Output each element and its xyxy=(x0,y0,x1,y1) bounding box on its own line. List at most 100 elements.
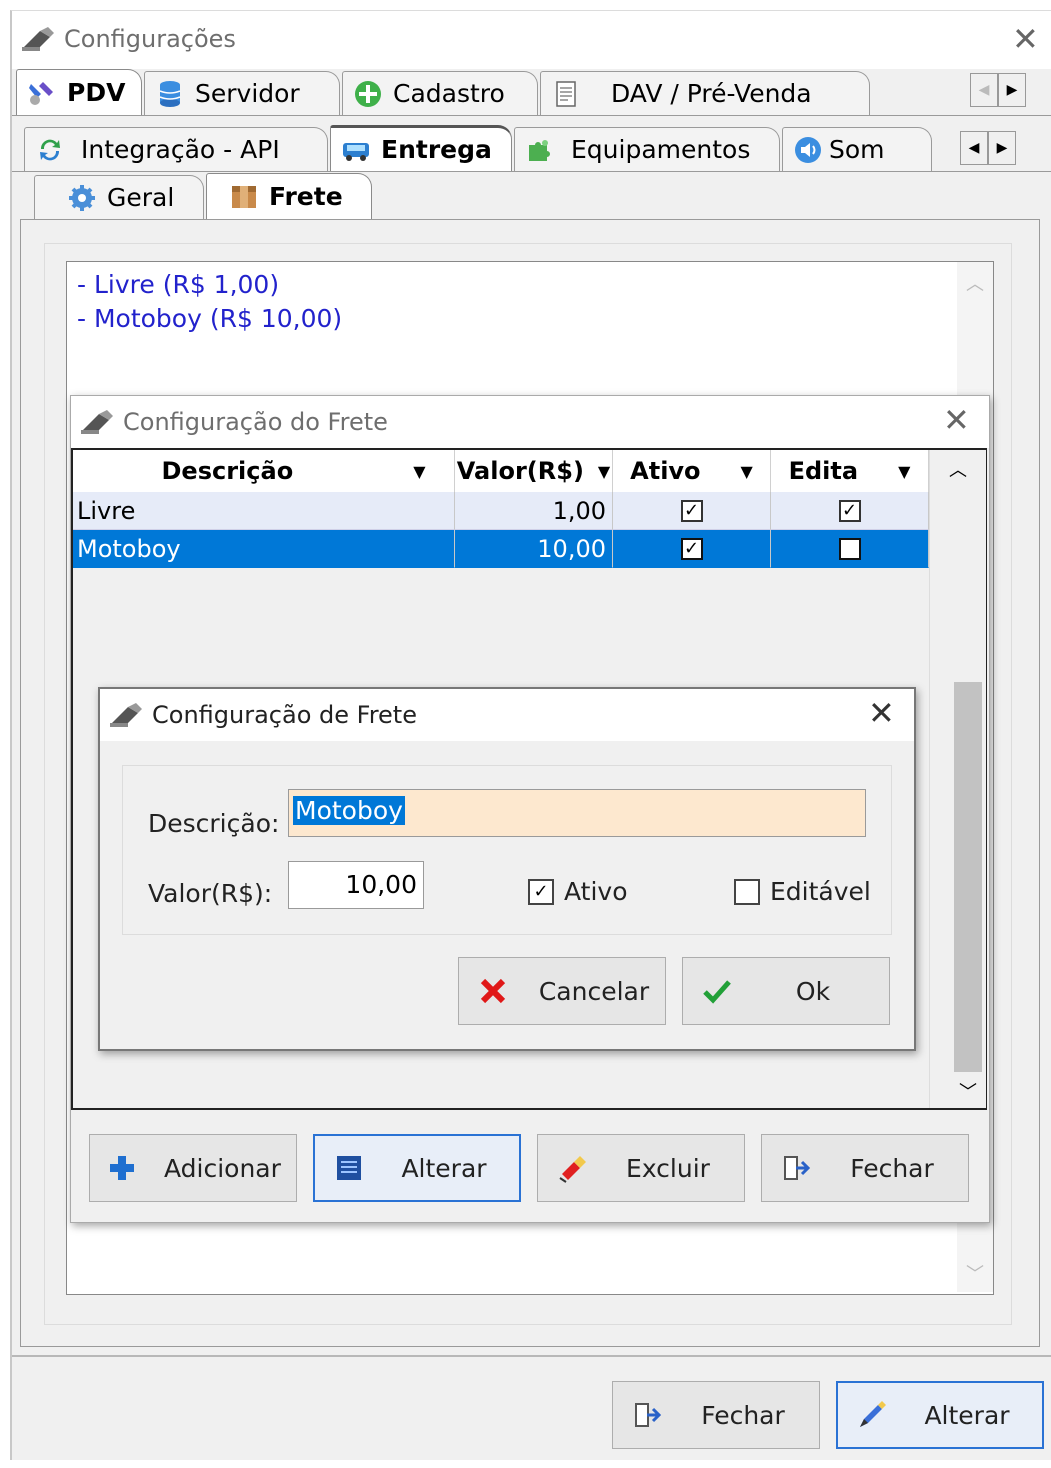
close-dialog-button[interactable]: ✕ xyxy=(868,697,895,729)
delete-button[interactable]: Excluir xyxy=(537,1134,745,1202)
column-header-edita[interactable]: Edita ▼ xyxy=(771,450,929,492)
tab-som[interactable]: Som xyxy=(782,127,932,171)
column-header-ativo[interactable]: Ativo ▼ xyxy=(613,450,771,492)
tab-integracao-api[interactable]: Integração - API xyxy=(24,127,328,171)
chevron-down-icon[interactable]: ﹀ xyxy=(954,1078,982,1104)
tab-scroll-row1: ◀ ▶ xyxy=(970,73,1026,107)
editavel-label: Editável xyxy=(770,877,871,906)
app-icon xyxy=(108,701,144,729)
document-icon xyxy=(551,79,581,109)
tab-label: Entrega xyxy=(381,135,492,164)
column-header-descricao[interactable]: Descrição ▼ xyxy=(73,450,455,492)
button-label: Alterar xyxy=(401,1153,487,1183)
chevron-down-icon[interactable]: ▼ xyxy=(898,462,910,481)
cell-ativo[interactable]: ✓ xyxy=(613,530,771,568)
dialog-title-bar: Configuração de Frete ✕ xyxy=(100,689,914,741)
grid-scrollbar[interactable]: ︿ ﹀ xyxy=(929,450,986,1108)
tab-label: Frete xyxy=(269,182,343,211)
tab-label: Integração - API xyxy=(81,135,280,164)
tab-entrega[interactable]: Entrega xyxy=(330,125,512,171)
valor-label: Valor(R$): xyxy=(148,879,273,908)
header-label: Ativo xyxy=(630,457,701,485)
x-icon xyxy=(477,975,509,1007)
tab-equipamentos[interactable]: Equipamentos xyxy=(514,127,780,171)
ok-button[interactable]: Ok xyxy=(682,957,890,1025)
checkbox-edita[interactable]: ✓ xyxy=(838,499,861,522)
scroll-right-button[interactable]: ▶ xyxy=(998,73,1026,107)
descricao-value: Motoboy xyxy=(293,796,405,825)
checkbox-box[interactable] xyxy=(734,878,760,905)
tab-dav-pre-venda[interactable]: DAV / Pré-Venda xyxy=(540,71,870,115)
chevron-down-icon[interactable]: ▼ xyxy=(598,462,610,481)
checkbox-ativo[interactable]: ✓ xyxy=(680,499,703,522)
tab-pdv[interactable]: PDV xyxy=(16,69,142,115)
gear-icon xyxy=(67,183,97,213)
checkbox-edita[interactable] xyxy=(838,537,861,560)
scroll-left-button[interactable]: ◀ xyxy=(960,131,988,165)
cell-edita[interactable] xyxy=(771,530,929,568)
freight-summary-line: - Livre (R$ 1,00) xyxy=(77,270,280,299)
button-label: Ok xyxy=(795,976,831,1006)
check-icon[interactable]: ✓ xyxy=(528,878,554,905)
add-button[interactable]: Adicionar xyxy=(89,1134,297,1202)
ativo-label: Ativo xyxy=(564,877,628,906)
speaker-icon xyxy=(793,135,823,165)
tab-label: PDV xyxy=(67,78,126,107)
chevron-down-icon[interactable]: ▼ xyxy=(741,462,753,481)
footer-edit-button[interactable]: Alterar xyxy=(836,1381,1044,1449)
edit-button[interactable]: Alterar xyxy=(313,1134,521,1202)
cell-descricao[interactable]: Livre xyxy=(73,492,455,530)
chevron-down-icon[interactable]: ▼ xyxy=(413,462,425,481)
button-label: Cancelar xyxy=(538,976,650,1006)
chevron-down-icon[interactable]: ﹀ xyxy=(957,1260,993,1286)
puzzle-icon xyxy=(525,135,555,165)
scrollbar-thumb[interactable] xyxy=(954,682,982,1072)
dialog-title: Configuração do Frete xyxy=(123,408,388,436)
descricao-input[interactable]: Motoboy xyxy=(288,789,866,837)
editavel-checkbox[interactable]: Editável xyxy=(734,877,871,906)
chevron-up-icon[interactable]: ︿ xyxy=(957,270,993,296)
tab-label: Som xyxy=(829,135,885,164)
button-label: Fechar xyxy=(850,1153,934,1183)
tab-label: Cadastro xyxy=(393,79,505,108)
tab-label: Servidor xyxy=(195,79,300,108)
tab-label: Geral xyxy=(107,183,175,212)
tab-frete[interactable]: Frete xyxy=(206,173,372,219)
tab-geral[interactable]: Geral xyxy=(34,175,204,219)
checkbox-ativo[interactable]: ✓ xyxy=(680,537,703,560)
cancel-button[interactable]: Cancelar xyxy=(458,957,666,1025)
freight-summary-line: - Motoboy (R$ 10,00) xyxy=(77,304,343,333)
tab-label: DAV / Pré-Venda xyxy=(611,79,812,108)
button-label: Adicionar xyxy=(164,1153,281,1183)
divider xyxy=(12,115,1051,116)
cell-edita[interactable]: ✓ xyxy=(771,492,929,530)
scroll-right-button[interactable]: ▶ xyxy=(988,131,1016,165)
column-header-valor[interactable]: Valor(R$) ▼ xyxy=(455,450,613,492)
footer-close-button[interactable]: Fechar xyxy=(612,1381,820,1449)
eraser-icon xyxy=(556,1152,588,1184)
header-label: Descrição xyxy=(161,457,294,485)
truck-icon xyxy=(341,135,371,165)
ativo-checkbox[interactable]: ✓ Ativo xyxy=(528,877,628,906)
button-label: Excluir xyxy=(626,1153,710,1183)
divider xyxy=(12,171,1051,172)
cell-descricao[interactable]: Motoboy xyxy=(73,530,455,568)
checkmark-icon xyxy=(701,975,733,1007)
scroll-left-button[interactable]: ◀ xyxy=(970,73,998,107)
tab-cadastro[interactable]: Cadastro xyxy=(342,71,538,115)
close-window-button[interactable]: ✕ xyxy=(1012,23,1039,55)
dialog-title: Configuração de Frete xyxy=(152,701,417,729)
chevron-up-icon[interactable]: ︿ xyxy=(930,456,986,482)
exit-door-icon xyxy=(631,1399,663,1431)
header-label: Edita xyxy=(788,457,859,485)
cell-valor[interactable]: 1,00 xyxy=(455,492,613,530)
tab-servidor[interactable]: Servidor xyxy=(144,71,340,115)
valor-input[interactable]: 10,00 xyxy=(288,861,424,909)
close-button[interactable]: Fechar xyxy=(761,1134,969,1202)
footer-divider xyxy=(12,1355,1051,1357)
cell-ativo[interactable]: ✓ xyxy=(613,492,771,530)
cell-valor[interactable]: 10,00 xyxy=(455,530,613,568)
close-dialog-button[interactable]: ✕ xyxy=(943,404,970,436)
freight-edit-dialog: Configuração de Frete ✕ Descrição: Motob… xyxy=(98,687,916,1051)
refresh-icon xyxy=(35,135,65,165)
